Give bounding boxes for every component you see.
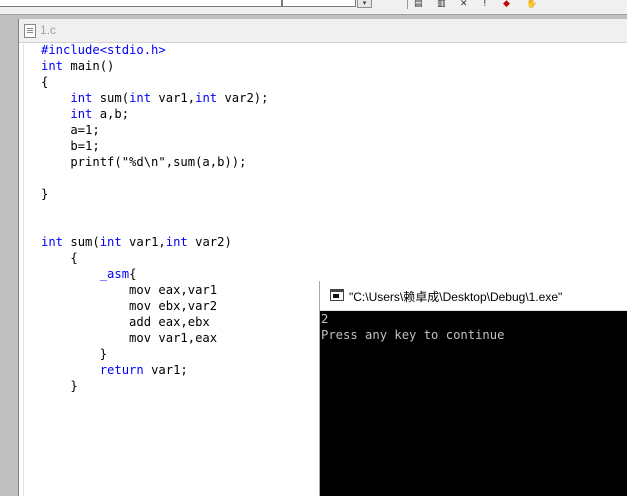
code-text: mov ebx,var2 — [41, 299, 218, 313]
stop-build-icon[interactable]: ✕ — [460, 0, 468, 9]
code-keyword: int — [41, 235, 64, 249]
code-text: { — [41, 251, 78, 265]
code-line[interactable]: } — [41, 378, 269, 394]
code-line[interactable]: } — [41, 186, 269, 202]
code-keyword: _asm — [99, 267, 130, 281]
code-keyword: return — [99, 363, 144, 377]
code-keyword: int — [195, 91, 218, 105]
code-keyword: int — [165, 235, 188, 249]
go-icon[interactable]: ◆ — [503, 0, 510, 9]
code-text: mov eax,var1 — [41, 283, 218, 297]
console-output-line: 2 — [321, 312, 329, 326]
code-line[interactable]: int a,b; — [41, 106, 269, 122]
code-text: sum( — [92, 91, 130, 105]
code-text: { — [41, 75, 49, 89]
code-line[interactable]: { — [41, 74, 269, 90]
code-text: var1, — [151, 91, 196, 105]
execute-icon[interactable]: ! — [483, 0, 487, 9]
code-keyword: int — [129, 91, 152, 105]
toolbar-combo-right[interactable] — [282, 0, 356, 7]
code-keyword: int — [99, 235, 122, 249]
console-window: "C:\Users\赖卓成\Desktop\Debug\1.exe" 2 Pres… — [319, 281, 627, 496]
build-icon[interactable]: ▥ — [437, 0, 446, 9]
code-line[interactable]: int sum(int var1,int var2) — [41, 234, 269, 250]
code-text: a=1; — [41, 123, 100, 137]
code-line[interactable]: int sum(int var1,int var2); — [41, 90, 269, 106]
code-line[interactable]: mov ebx,var2 — [41, 298, 269, 314]
code-line[interactable]: mov var1,eax — [41, 330, 269, 346]
code-text: var1; — [143, 363, 188, 377]
code-line[interactable]: b=1; — [41, 138, 269, 154]
code-line[interactable]: _asm{ — [41, 266, 269, 282]
code-text: printf("%d\n",sum(a,b)); — [41, 155, 247, 169]
editor-tab-title: 1.c — [40, 23, 57, 37]
code-line[interactable]: add eax,ebx — [41, 314, 269, 330]
code-line[interactable]: return var1; — [41, 362, 269, 378]
code-line[interactable]: mov eax,var1 — [41, 282, 269, 298]
code-text: } — [41, 379, 78, 393]
code-text: { — [129, 267, 137, 281]
code-line[interactable]: printf("%d\n",sum(a,b)); — [41, 154, 269, 170]
code-line[interactable]: } — [41, 346, 269, 362]
code-text: } — [41, 187, 49, 201]
code-keyword: int — [70, 107, 93, 121]
chevron-down-icon: ▾ — [362, 0, 367, 7]
code-text: a,b; — [92, 107, 130, 121]
toolbar-combo-left[interactable] — [0, 0, 282, 7]
document-icon — [24, 24, 36, 38]
console-title: "C:\Users\赖卓成\Desktop\Debug\1.exe" — [349, 290, 563, 304]
editor-title-bar: 1.c — [19, 19, 627, 43]
console-app-icon — [330, 289, 344, 301]
code-text: sum( — [63, 235, 100, 249]
code-keyword: #include<stdio.h> — [41, 43, 166, 57]
console-output-line: Press any key to continue — [321, 328, 505, 342]
toolbar-dropdown-button[interactable]: ▾ — [357, 0, 372, 8]
toolbar-separator — [407, 0, 408, 9]
code-line[interactable]: int main() — [41, 58, 269, 74]
code-text: b=1; — [41, 139, 100, 153]
code-text: add eax,ebx — [41, 315, 210, 329]
code-text: mov var1,eax — [41, 331, 218, 345]
code-line[interactable] — [41, 170, 269, 186]
code-line[interactable]: #include<stdio.h> — [41, 42, 269, 58]
selection-margin[interactable] — [19, 43, 24, 496]
code-keyword: int — [70, 91, 93, 105]
console-output[interactable]: 2 Press any key to continue — [320, 311, 627, 496]
code-text: var2); — [217, 91, 269, 105]
console-title-bar[interactable]: "C:\Users\赖卓成\Desktop\Debug\1.exe" — [320, 281, 627, 311]
code-text: var1, — [121, 235, 166, 249]
compile-icon[interactable]: ▤ — [414, 0, 423, 9]
main-toolbar: ▾ ▤ ▥ ✕ ! ◆ ✋ — [0, 0, 627, 15]
code-line[interactable] — [41, 202, 269, 218]
code-line[interactable] — [41, 218, 269, 234]
code-text: var2) — [187, 235, 232, 249]
code-text: main() — [63, 59, 115, 73]
code-line[interactable]: { — [41, 250, 269, 266]
code-keyword: int — [41, 59, 64, 73]
breakpoint-icon[interactable]: ✋ — [526, 0, 537, 9]
code-line[interactable]: a=1; — [41, 122, 269, 138]
code-text: } — [41, 347, 108, 361]
code-editor[interactable]: #include<stdio.h> int main(){ int sum(int… — [41, 42, 269, 394]
